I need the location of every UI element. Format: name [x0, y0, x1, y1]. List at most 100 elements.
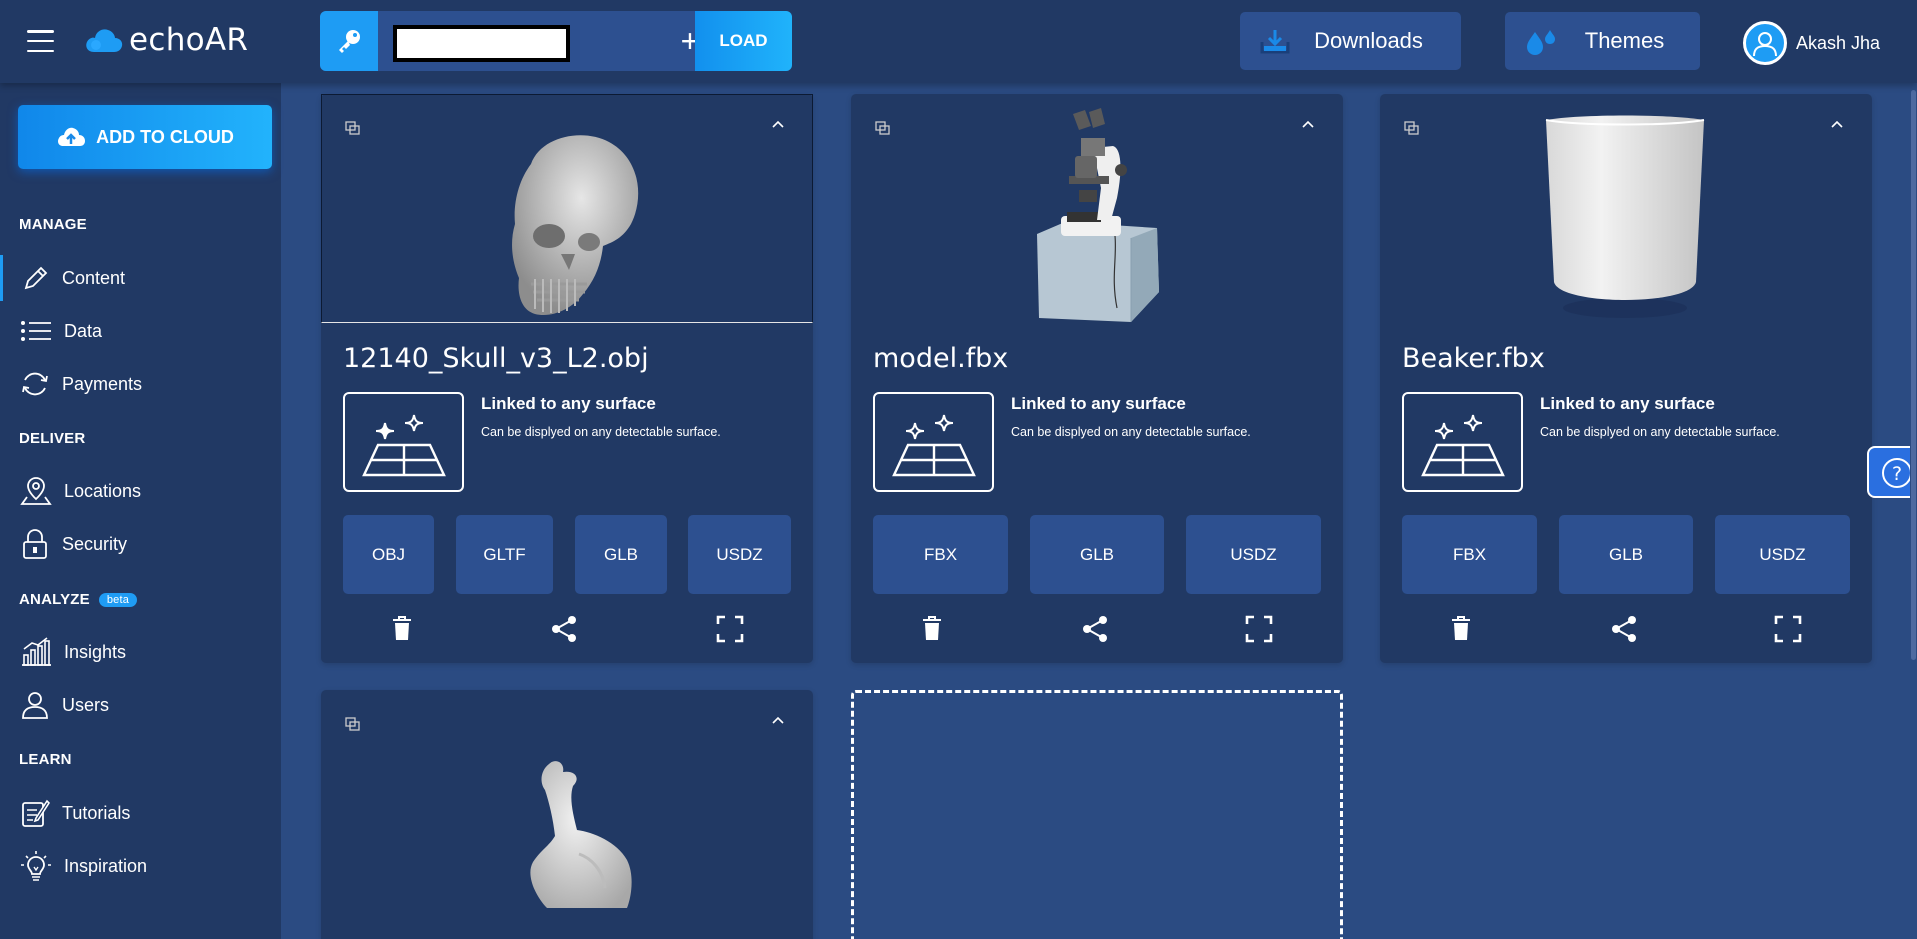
downloads-label: Downloads [1314, 28, 1423, 53]
avatar [1743, 21, 1787, 65]
hamburger-menu-icon[interactable] [27, 30, 54, 52]
surface-anchor-icon [343, 392, 464, 492]
fullscreen-icon[interactable] [1245, 615, 1273, 643]
sidebar-item-inspiration[interactable]: Inspiration [0, 843, 281, 889]
surface-anchor-icon [873, 392, 994, 492]
bar-chart-icon [22, 637, 51, 666]
fullscreen-icon[interactable] [716, 615, 744, 643]
beaker-model-image [1545, 115, 1705, 318]
upload-dropzone[interactable] [851, 690, 1343, 939]
lock-icon [23, 529, 47, 559]
sidebar-item-label: Security [62, 533, 128, 554]
format-fbx-button[interactable]: FBX [873, 515, 1008, 594]
surface-subtitle: Can be displyed on any detectable surfac… [1011, 425, 1251, 439]
key-icon [320, 11, 378, 71]
chevron-up-icon[interactable] [771, 715, 785, 725]
refresh-icon [22, 372, 48, 396]
edit-note-icon [22, 799, 50, 827]
section-deliver: DELIVER [19, 430, 86, 447]
logo[interactable]: echoAR [84, 22, 248, 58]
add-to-cloud-button[interactable]: ADD TO CLOUD [18, 105, 272, 169]
add-to-cloud-label: ADD TO CLOUD [96, 126, 234, 147]
cloud-logo-icon [86, 29, 123, 52]
section-manage: MANAGE [19, 216, 87, 233]
trash-icon[interactable] [921, 615, 943, 641]
format-gltf-button[interactable]: GLTF [456, 515, 553, 594]
share-icon[interactable] [1081, 615, 1109, 643]
format-usdz-button[interactable]: USDZ [1186, 515, 1321, 594]
downloads-button[interactable]: Downloads [1240, 12, 1461, 70]
surface-title: Linked to any surface [1540, 394, 1715, 413]
share-icon[interactable] [550, 615, 578, 643]
sidebar-item-label: Insights [64, 641, 127, 662]
sidebar-item-label: Users [62, 694, 110, 715]
map-pin-icon [20, 477, 52, 505]
sidebar: ADD TO CLOUD MANAGE Content Data Payment… [0, 83, 281, 939]
beta-badge: beta [98, 593, 138, 608]
scrollbar-thumb[interactable] [1911, 90, 1916, 660]
surface-title: Linked to any surface [1011, 394, 1186, 413]
sidebar-item-label: Payments [62, 373, 143, 394]
lightbulb-icon [21, 851, 51, 881]
format-usdz-button[interactable]: USDZ [688, 515, 791, 594]
surface-title: Linked to any surface [481, 394, 656, 413]
copy-icon[interactable] [345, 717, 361, 731]
help-label: ? [1892, 463, 1902, 485]
format-usdz-button[interactable]: USDZ [1715, 515, 1850, 594]
skull-model-image [512, 135, 639, 316]
sidebar-item-data[interactable]: Data [0, 308, 281, 354]
sidebar-item-payments[interactable]: Payments [0, 361, 281, 407]
chevron-up-icon[interactable] [1301, 119, 1315, 129]
themes-button[interactable]: Themes [1505, 12, 1700, 70]
sidebar-item-security[interactable]: Security [0, 521, 281, 567]
share-icon[interactable] [1610, 615, 1638, 643]
surface-anchor-icon [1402, 392, 1523, 492]
chevron-up-icon[interactable] [771, 119, 785, 129]
section-learn: LEARN [19, 751, 72, 768]
section-analyze-label: ANALYZE [19, 591, 90, 608]
model-card [321, 690, 813, 939]
sidebar-item-tutorials[interactable]: Tutorials [0, 790, 281, 836]
list-icon [21, 321, 51, 341]
trash-icon[interactable] [391, 615, 413, 641]
sidebar-item-label: Data [64, 320, 103, 341]
user-name: Akash Jha [1796, 32, 1881, 53]
microscope-model-image [1037, 108, 1159, 322]
api-key-input[interactable] [393, 25, 570, 62]
section-analyze: ANALYZE beta [19, 591, 138, 608]
bone-model-image [530, 761, 632, 908]
cloud-upload-icon [58, 127, 86, 146]
api-key-box: + LOAD [320, 11, 792, 71]
copy-icon[interactable] [1404, 121, 1420, 135]
chevron-up-icon[interactable] [1830, 119, 1844, 129]
user-icon [22, 692, 48, 719]
copy-icon[interactable] [875, 121, 891, 135]
sidebar-item-users[interactable]: Users [0, 682, 281, 728]
load-button[interactable]: LOAD [695, 11, 792, 71]
top-bar: echoAR + LOAD Downloads Themes Akash Jha [0, 0, 1917, 83]
sidebar-item-label: Tutorials [62, 802, 131, 823]
sidebar-item-content[interactable]: Content [0, 255, 281, 301]
sidebar-item-locations[interactable]: Locations [0, 468, 281, 514]
fullscreen-icon[interactable] [1774, 615, 1802, 643]
format-obj-button[interactable]: OBJ [343, 515, 434, 594]
trash-icon[interactable] [1450, 615, 1472, 641]
format-glb-button[interactable]: GLB [1559, 515, 1693, 594]
copy-icon[interactable] [345, 121, 361, 135]
format-fbx-button[interactable]: FBX [1402, 515, 1537, 594]
surface-subtitle: Can be displyed on any detectable surfac… [1540, 425, 1780, 439]
pencil-icon [24, 266, 48, 290]
model-title: 12140_Skull_v3_L2.obj [343, 343, 649, 374]
model-card: model.fbx Linked to any surface Can be d… [851, 94, 1343, 663]
format-glb-button[interactable]: GLB [575, 515, 667, 594]
sidebar-item-label: Locations [64, 480, 142, 501]
model-title: model.fbx [873, 343, 1009, 374]
format-glb-button[interactable]: GLB [1030, 515, 1164, 594]
model-card: Beaker.fbx Linked to any surface Can be … [1380, 94, 1872, 663]
model-card: 12140_Skull_v3_L2.obj Linked to any surf… [321, 94, 813, 663]
help-icon: ? [1882, 458, 1912, 488]
sidebar-item-insights[interactable]: Insights [0, 629, 281, 675]
themes-label: Themes [1584, 28, 1665, 53]
user-avatar-icon [1753, 32, 1777, 57]
user-menu[interactable]: Akash Jha [1743, 21, 1880, 65]
